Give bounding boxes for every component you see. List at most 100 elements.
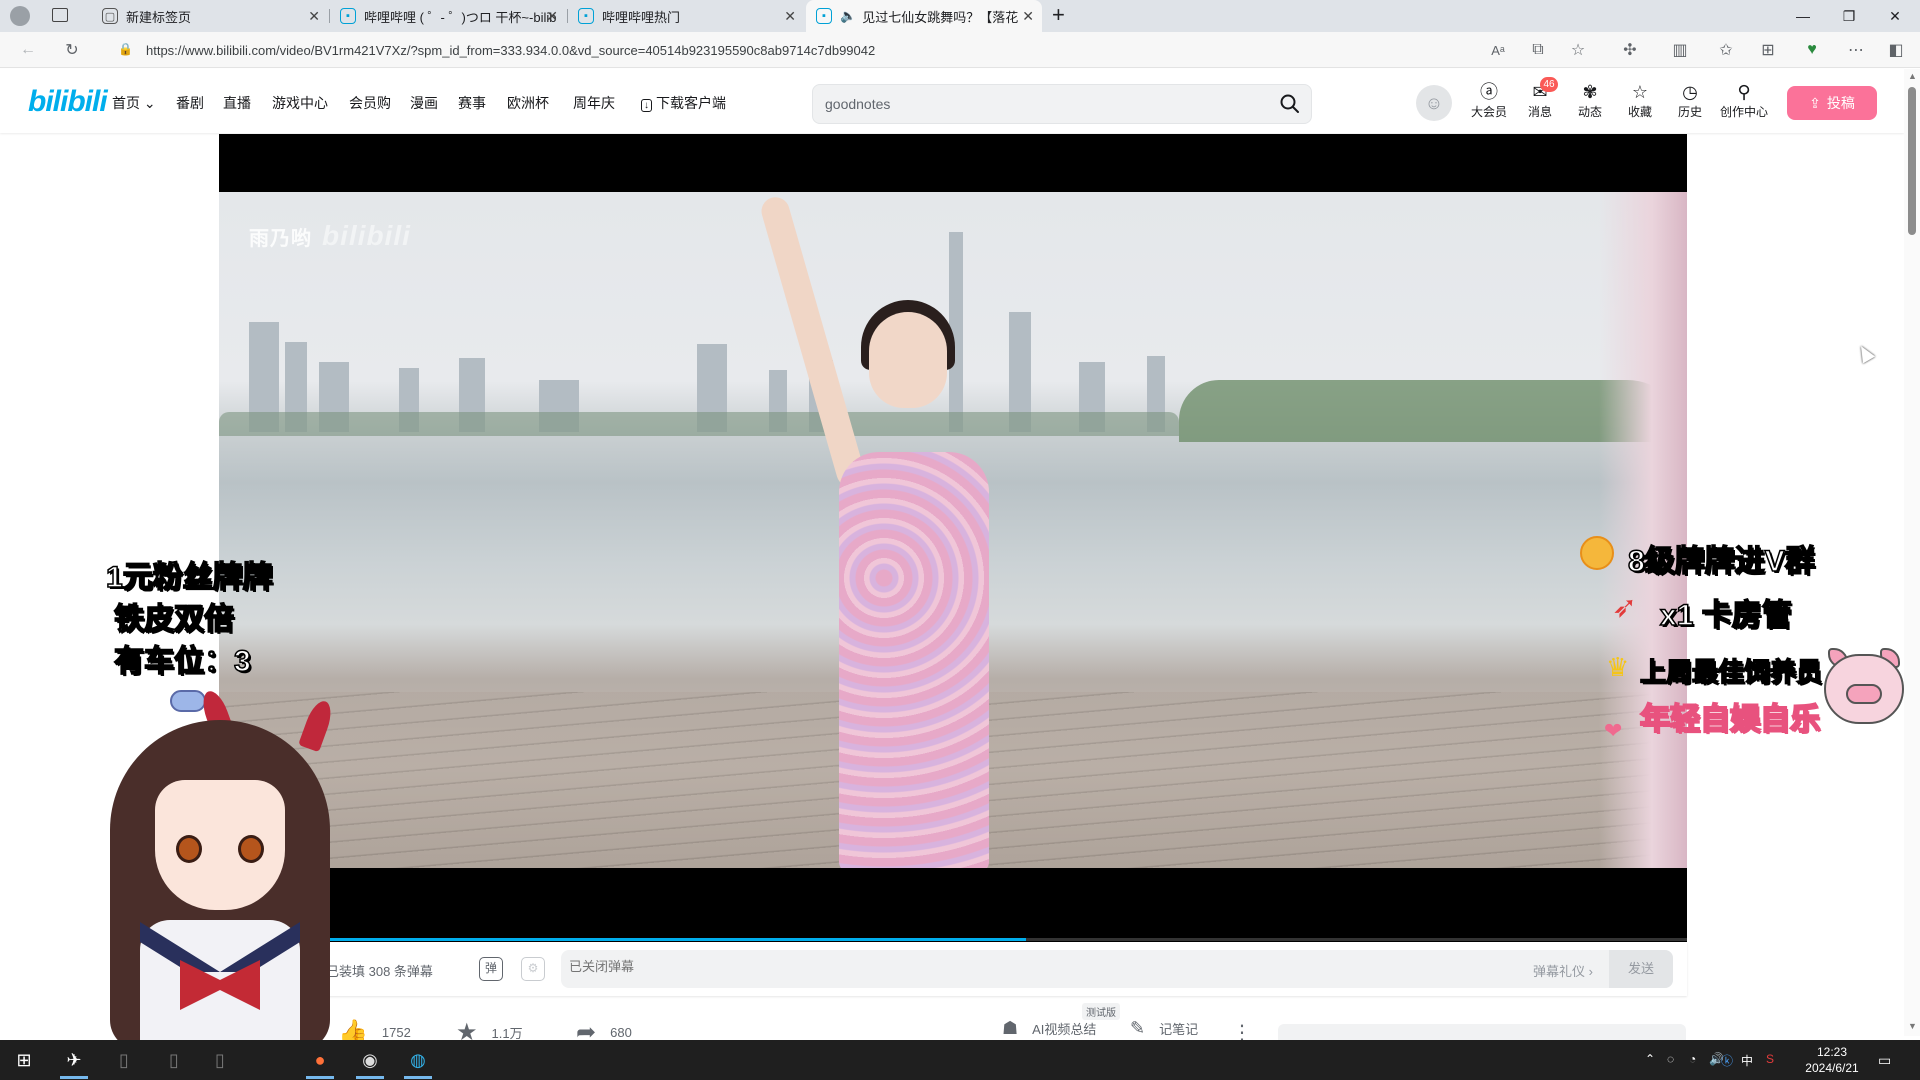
search-icon[interactable] bbox=[1279, 93, 1301, 115]
collections-icon[interactable]: ⊞ bbox=[1754, 36, 1782, 64]
browser-essentials-icon[interactable]: ♥ bbox=[1798, 36, 1826, 64]
download-icon: ↓ bbox=[641, 99, 652, 112]
site-header: bilibili 首页 ⌄ 番剧 直播 游戏中心 会员购 漫画 赛事 欧洲杯 周… bbox=[0, 69, 1904, 133]
nav-member-shop[interactable]: 会员购 bbox=[349, 93, 391, 113]
header-vip[interactable]: ⓐ 大会员 bbox=[1467, 81, 1511, 120]
nav-download-client[interactable]: ↓ 下载客户端 bbox=[641, 93, 726, 113]
network-icon[interactable]: ◔ bbox=[1689, 1052, 1696, 1066]
vip-icon: ⓐ bbox=[1480, 82, 1498, 102]
scroll-down-icon[interactable]: ▼ bbox=[1908, 1021, 1917, 1031]
header-creator-center[interactable]: ⚲ 创作中心 bbox=[1718, 81, 1770, 120]
page-scrollbar[interactable]: ▲ ▼ bbox=[1904, 69, 1920, 1036]
bilibili-logo[interactable]: bilibili bbox=[28, 85, 108, 119]
close-window-button[interactable]: ✕ bbox=[1872, 0, 1918, 32]
danmaku-send-button[interactable]: 发送 bbox=[1609, 950, 1673, 988]
scroll-up-icon[interactable]: ▲ bbox=[1908, 71, 1917, 81]
minimize-button[interactable]: — bbox=[1780, 0, 1826, 32]
nav-manga[interactable]: 漫画 bbox=[410, 93, 438, 113]
nav-anniversary[interactable]: 周年庆 bbox=[573, 93, 615, 113]
taskbar-app-firefox[interactable]: ● bbox=[300, 1044, 340, 1079]
history-icon: ◷ bbox=[1682, 82, 1698, 102]
overlay-right-line-3: 上周最佳饲养员 bbox=[1639, 656, 1823, 688]
medal-icon bbox=[1580, 536, 1614, 570]
new-tab-button[interactable]: + bbox=[1052, 2, 1065, 28]
danmaku-input[interactable] bbox=[569, 959, 1169, 974]
split-screen-icon[interactable]: ▥ bbox=[1666, 36, 1694, 64]
taskbar-app-edge[interactable]: ◍ bbox=[398, 1044, 438, 1079]
upload-icon: ⇪ bbox=[1809, 94, 1821, 111]
sidebar-icon[interactable]: ◧ bbox=[1882, 36, 1910, 64]
ai-summary-button[interactable]: ☗ AI视频总结 bbox=[1002, 1018, 1096, 1039]
search-box bbox=[812, 84, 1312, 124]
nav-game-center[interactable]: 游戏中心 bbox=[272, 93, 328, 113]
danmaku-input-box: 弹幕礼仪 › 发送 bbox=[561, 950, 1673, 988]
header-history[interactable]: ◷ 历史 bbox=[1668, 81, 1712, 120]
notification-icon[interactable]: ▭ bbox=[1878, 1052, 1891, 1069]
ime-indicator[interactable]: 中 bbox=[1741, 1052, 1753, 1069]
dynamic-icon: ✾ bbox=[1582, 82, 1598, 102]
close-icon[interactable]: ✕ bbox=[784, 8, 796, 25]
notes-button[interactable]: ✎ 记笔记 bbox=[1130, 1018, 1198, 1039]
nav-home[interactable]: 首页 ⌄ bbox=[112, 93, 156, 113]
close-icon[interactable]: ✕ bbox=[1022, 8, 1034, 25]
nav-euro-cup[interactable]: 欧洲杯 bbox=[507, 93, 549, 113]
avatar[interactable]: ☺ bbox=[1416, 85, 1452, 121]
tab-bilibili-popular[interactable]: ▪ 哔哩哔哩热门 ✕ bbox=[568, 0, 804, 32]
video-frame[interactable]: 雨乃哟 bilibili bbox=[219, 192, 1687, 868]
restore-button[interactable]: ❐ bbox=[1826, 0, 1872, 32]
notes-icon: ✎ bbox=[1130, 1018, 1146, 1038]
favorites-icon[interactable]: ✩ bbox=[1712, 36, 1740, 64]
windows-taskbar: ⊞ ✈ ▯ ▯ ▯ ● ◉ ◍ ⌃ ◌ ◔ 🔊 ⓚ 中 S 12:23 2024/… bbox=[0, 1040, 1920, 1080]
system-clock[interactable]: 12:23 2024/6/21 bbox=[1792, 1044, 1872, 1076]
speaker-icon[interactable]: 🔈 bbox=[840, 8, 856, 24]
header-dynamic[interactable]: ✾ 动态 bbox=[1568, 81, 1612, 120]
tray-app-icon[interactable]: ◌ bbox=[1667, 1052, 1674, 1066]
tab-title: 见过七仙女跳舞吗？【落花 bbox=[862, 9, 1019, 25]
tab-title: 哔哩哔哩热门 bbox=[602, 9, 681, 25]
danmaku-bar: 在看，已装填 308 条弹幕 弹 ⚙ 弹幕礼仪 › 发送 bbox=[219, 942, 1687, 996]
taskbar-app-2[interactable]: ▯ bbox=[104, 1044, 144, 1076]
scroll-thumb[interactable] bbox=[1908, 87, 1916, 235]
progress-bar[interactable] bbox=[219, 938, 1687, 941]
tab-title: 哔哩哔哩 ( ゜- ゜)つロ 干杯~-bilibili bbox=[364, 9, 556, 25]
tab-bilibili-home[interactable]: ▪ 哔哩哔哩 ( ゜- ゜)つロ 干杯~-bilibili ✕ bbox=[330, 0, 566, 32]
overlay-right-line-2: x1 卡房管 bbox=[1659, 598, 1792, 633]
danmaku-etiquette-link[interactable]: 弹幕礼仪 › bbox=[1533, 961, 1593, 980]
app-available-icon[interactable]: ⧉ bbox=[1524, 36, 1552, 64]
pig-mascot bbox=[1824, 648, 1904, 728]
video-player[interactable]: 雨乃哟 bilibili bbox=[219, 134, 1687, 942]
read-aloud-icon[interactable]: Aᵃ bbox=[1484, 36, 1512, 64]
nav-anime[interactable]: 番剧 bbox=[176, 93, 204, 113]
tray-expand-icon[interactable]: ⌃ bbox=[1645, 1052, 1655, 1066]
taskbar-app-obs[interactable]: ◉ bbox=[350, 1044, 390, 1079]
extensions-icon[interactable]: ✣ bbox=[1616, 36, 1644, 64]
close-icon[interactable]: ✕ bbox=[546, 8, 558, 25]
close-icon[interactable]: ✕ bbox=[308, 8, 320, 25]
header-favorites[interactable]: ☆ 收藏 bbox=[1618, 81, 1662, 120]
browser-tab-strip: ▢ 新建标签页 ✕ ▪ 哔哩哔哩 ( ゜- ゜)つロ 干杯~-bilibili … bbox=[0, 0, 1920, 32]
tab-actions-icon[interactable] bbox=[52, 8, 68, 22]
refresh-icon[interactable]: ↻ bbox=[58, 36, 86, 64]
address-bar[interactable]: 🔒 https://www.bilibili.com/video/BV1rm42… bbox=[104, 36, 1584, 64]
tab-current-video[interactable]: ▪ 🔈 见过七仙女跳舞吗？【落花 ✕ bbox=[806, 0, 1042, 32]
input-method-icon[interactable]: S bbox=[1766, 1052, 1774, 1066]
danmaku-toggle-icon[interactable]: 弹 bbox=[479, 957, 503, 981]
danmaku-settings-icon[interactable]: ⚙ bbox=[521, 957, 545, 981]
overlay-left-line-2: 铁皮双倍 bbox=[113, 602, 235, 637]
more-icon[interactable]: ⋯ bbox=[1842, 36, 1870, 64]
tray-k-icon[interactable]: ⓚ bbox=[1721, 1052, 1733, 1069]
nav-live[interactable]: 直播 bbox=[223, 93, 251, 113]
taskbar-app-1[interactable]: ✈ bbox=[54, 1044, 94, 1079]
back-icon[interactable]: ← bbox=[14, 36, 42, 64]
profile-icon[interactable] bbox=[10, 6, 30, 26]
taskbar-app-3[interactable]: ▯ bbox=[154, 1044, 194, 1076]
start-button[interactable]: ⊞ bbox=[4, 1044, 44, 1076]
url-text: https://www.bilibili.com/video/BV1rm421V… bbox=[146, 42, 876, 58]
tab-new-tab[interactable]: ▢ 新建标签页 ✕ bbox=[92, 0, 328, 32]
taskbar-app-4[interactable]: ▯ bbox=[200, 1044, 240, 1076]
lock-icon[interactable]: 🔒 bbox=[118, 42, 133, 56]
nav-esports[interactable]: 赛事 bbox=[458, 93, 486, 113]
search-input[interactable] bbox=[825, 94, 1265, 114]
upload-button[interactable]: ⇪ 投稿 bbox=[1787, 86, 1877, 120]
favorite-star-icon[interactable]: ☆ bbox=[1564, 36, 1592, 64]
